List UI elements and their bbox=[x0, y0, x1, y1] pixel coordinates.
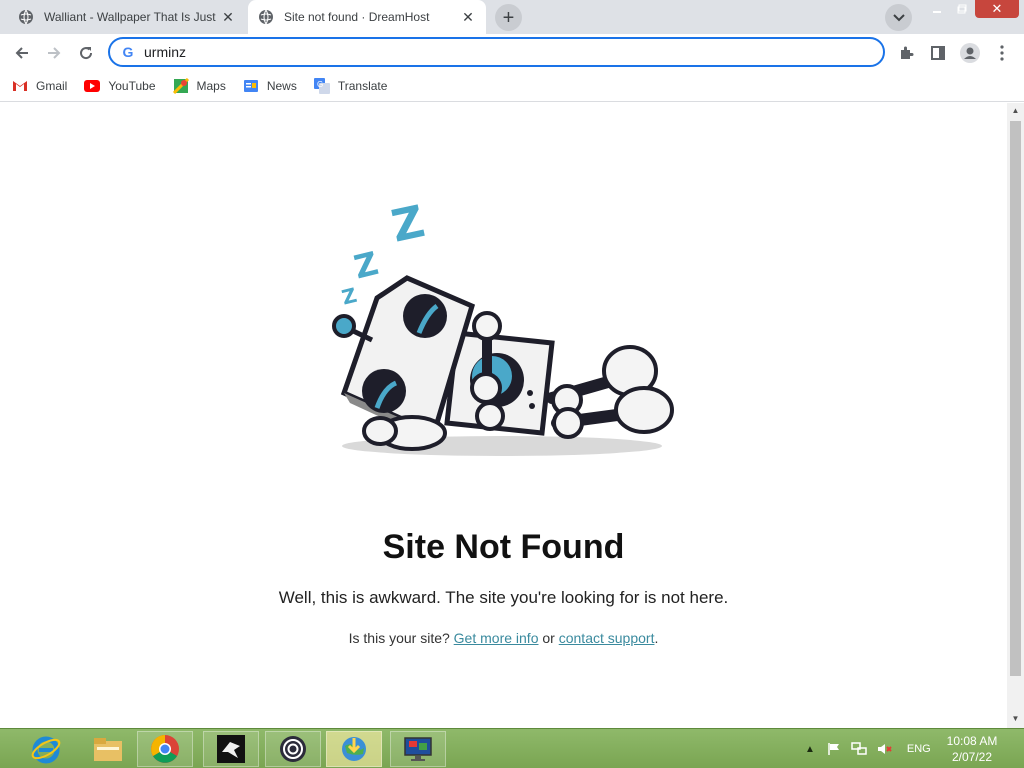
window-close-button[interactable]: ✕ bbox=[975, 0, 1019, 18]
minimize-button[interactable] bbox=[925, 0, 949, 18]
address-bar[interactable]: G bbox=[108, 37, 885, 67]
sleeping-robot-illustration: Z Z Z bbox=[332, 196, 674, 456]
svg-text:G: G bbox=[317, 80, 323, 89]
taskbar-globe-app[interactable] bbox=[326, 731, 382, 767]
wolf-icon bbox=[217, 735, 245, 763]
bookmark-gmail[interactable]: Gmail bbox=[12, 78, 67, 94]
bookmark-maps[interactable]: Maps bbox=[172, 78, 226, 94]
google-icon: G bbox=[122, 44, 134, 60]
maps-icon bbox=[172, 78, 189, 94]
svg-text:Z: Z bbox=[350, 244, 382, 286]
support-prefix: Is this your site? bbox=[348, 630, 450, 646]
taskbar-chrome[interactable] bbox=[137, 731, 193, 767]
translate-icon: G bbox=[313, 78, 330, 94]
system-tray: ▲ ENG bbox=[805, 729, 931, 768]
address-input[interactable] bbox=[144, 44, 844, 60]
chrome-icon bbox=[151, 735, 179, 763]
taskbar-monitor-app[interactable] bbox=[390, 731, 446, 767]
chevron-down-icon bbox=[892, 13, 905, 21]
bookmark-label: Translate bbox=[337, 79, 388, 93]
reload-button[interactable] bbox=[73, 40, 99, 66]
support-suffix: . bbox=[654, 630, 659, 646]
support-line: Is this your site? Get more info or cont… bbox=[0, 630, 1007, 646]
extensions-button[interactable] bbox=[893, 40, 919, 66]
uplay-icon bbox=[280, 736, 306, 762]
globe-icon bbox=[19, 9, 33, 25]
taskbar-file-explorer[interactable] bbox=[80, 731, 136, 767]
page-title: Site Not Found bbox=[382, 528, 625, 566]
bookmark-youtube[interactable]: YouTube bbox=[84, 78, 156, 94]
internet-explorer-icon bbox=[31, 736, 61, 764]
tab-title: Site not found · DreamHost bbox=[284, 10, 430, 24]
forward-button[interactable] bbox=[41, 40, 67, 66]
bookmark-news[interactable]: News bbox=[243, 78, 297, 94]
side-panel-icon bbox=[931, 46, 945, 60]
bookmark-label: Gmail bbox=[36, 79, 68, 93]
support-mid: or bbox=[542, 630, 555, 646]
tab-title: Walliant - Wallpaper That Is Just bbox=[44, 10, 216, 24]
bookmark-label: News bbox=[266, 79, 297, 93]
get-more-info-link[interactable]: Get more info bbox=[454, 630, 539, 646]
youtube-icon bbox=[84, 78, 101, 94]
menu-button[interactable] bbox=[989, 40, 1015, 66]
arrow-right-icon bbox=[48, 47, 61, 59]
bookmarks-bar: Gmail YouTube Maps News G Translate bbox=[0, 71, 1024, 102]
taskbar-internet-explorer[interactable] bbox=[18, 731, 74, 767]
restore-icon bbox=[957, 4, 967, 14]
volume-muted-icon[interactable] bbox=[877, 742, 893, 756]
taskbar: ▲ ENG 10:08 AM 2/07/22 bbox=[0, 728, 1024, 768]
taskbar-uplay[interactable] bbox=[265, 731, 321, 767]
bookmark-label: Maps bbox=[196, 79, 226, 93]
taskbar-app-wolf[interactable] bbox=[203, 731, 259, 767]
vertical-scrollbar[interactable]: ▲ ▼ bbox=[1007, 103, 1024, 728]
scroll-up-arrow[interactable]: ▲ bbox=[1011, 107, 1020, 115]
news-icon bbox=[243, 78, 259, 94]
minimize-icon bbox=[933, 11, 941, 13]
puzzle-icon bbox=[901, 46, 914, 59]
network-icon[interactable] bbox=[851, 742, 867, 756]
svg-text:Z: Z bbox=[339, 283, 359, 310]
page-content: Z Z Z Site Not Found Well, this is awkwa… bbox=[0, 103, 1007, 728]
show-hidden-icons-icon[interactable]: ▲ bbox=[805, 744, 815, 755]
back-button[interactable] bbox=[9, 40, 35, 66]
bookmark-translate[interactable]: G Translate bbox=[313, 78, 388, 94]
clock-time: 10:08 AM bbox=[946, 734, 998, 748]
monitor-icon bbox=[404, 737, 432, 761]
clock-date: 2/07/22 bbox=[951, 750, 993, 764]
side-panel-button[interactable] bbox=[925, 40, 951, 66]
contact-support-link[interactable]: contact support bbox=[559, 630, 655, 646]
tab-site-not-found[interactable]: Site not found · DreamHost ✕ bbox=[248, 0, 486, 34]
close-icon[interactable]: ✕ bbox=[460, 9, 476, 25]
globe-icon bbox=[259, 9, 273, 25]
profile-button[interactable] bbox=[957, 40, 983, 66]
scroll-thumb[interactable] bbox=[1010, 121, 1021, 676]
page-subtitle: Well, this is awkward. The site you're l… bbox=[278, 588, 729, 607]
flag-icon[interactable] bbox=[827, 742, 841, 756]
kebab-menu-icon bbox=[1000, 45, 1004, 61]
language-indicator[interactable]: ENG bbox=[907, 743, 931, 755]
scroll-down-arrow[interactable]: ▼ bbox=[1011, 715, 1020, 723]
system-clock[interactable]: 10:08 AM 2/07/22 bbox=[937, 733, 1007, 765]
globe-download-icon bbox=[342, 737, 366, 761]
folder-icon bbox=[94, 738, 122, 761]
close-icon[interactable]: ✕ bbox=[220, 9, 236, 25]
tab-walliant[interactable]: Walliant - Wallpaper That Is Just ✕ bbox=[8, 0, 246, 34]
restore-button[interactable] bbox=[950, 0, 974, 18]
tab-strip: Walliant - Wallpaper That Is Just ✕ Site… bbox=[0, 0, 1024, 34]
reload-icon bbox=[80, 47, 93, 60]
tab-search-button[interactable] bbox=[885, 4, 912, 31]
arrow-left-icon bbox=[15, 47, 28, 59]
avatar-icon bbox=[960, 43, 980, 63]
gmail-icon bbox=[12, 78, 28, 94]
svg-text:Z: Z bbox=[387, 196, 429, 253]
bookmark-label: YouTube bbox=[108, 79, 156, 93]
browser-toolbar: G bbox=[0, 34, 1024, 71]
new-tab-button[interactable]: + bbox=[495, 4, 522, 31]
